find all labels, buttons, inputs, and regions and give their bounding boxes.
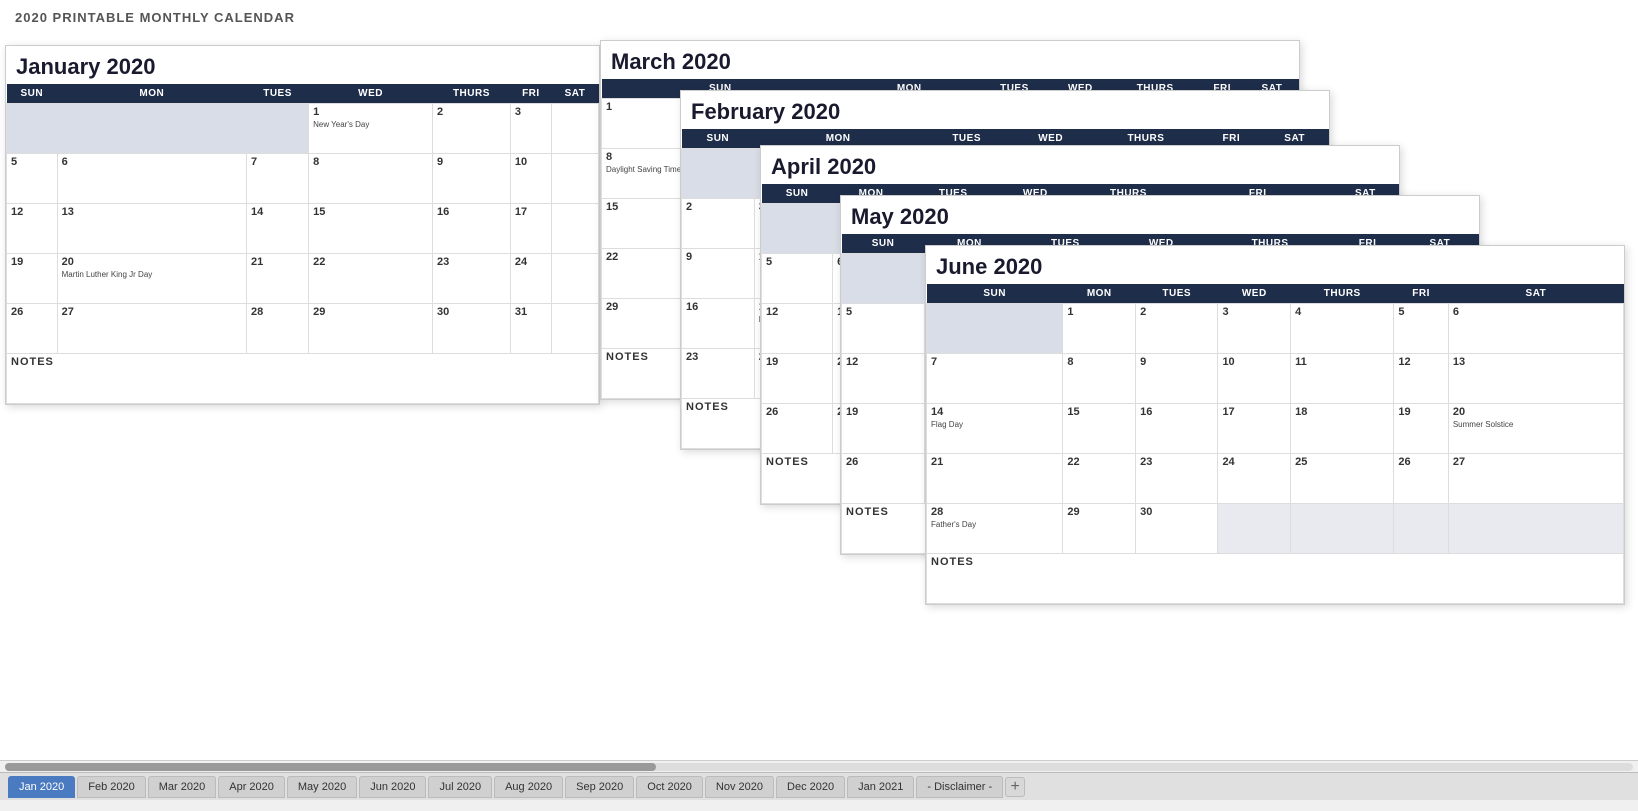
june-table: SUN MON TUES WED THURS FRI SAT 1 2 3 4 5: [926, 284, 1624, 604]
table-row: 26 27 28 29 30 31: [7, 304, 599, 354]
march-title: March 2020: [601, 41, 1299, 79]
table-row: 7 8 9 10 11 12 13: [927, 354, 1624, 404]
june-title: June 2020: [926, 246, 1624, 284]
tab-item-0[interactable]: Jan 2020: [8, 776, 75, 798]
scroll-thumb[interactable]: [5, 763, 656, 771]
tab-item-12[interactable]: Jan 2021: [847, 776, 914, 798]
tab-item-9[interactable]: Oct 2020: [636, 776, 703, 798]
tab-item-6[interactable]: Jul 2020: [428, 776, 492, 798]
jan-thu: THURS: [433, 84, 511, 104]
tab-item-7[interactable]: Aug 2020: [494, 776, 563, 798]
january-table: SUN MON TUES WED THURS FRI SAT 1New Year…: [6, 84, 599, 404]
tab-item-1[interactable]: Feb 2020: [77, 776, 145, 798]
main-area: 2020 PRINTABLE MONTHLY CALENDAR January …: [0, 0, 1638, 760]
add-tab-button[interactable]: +: [1005, 777, 1025, 797]
jan-wed: WED: [309, 84, 433, 104]
table-row: 1New Year's Day 2 3: [7, 104, 599, 154]
table-row: 14Flag Day 15 16 17 18 19 20Summer Solst…: [927, 404, 1624, 454]
scroll-bar[interactable]: [0, 760, 1638, 772]
tab-item-5[interactable]: Jun 2020: [359, 776, 426, 798]
tab-item-3[interactable]: Apr 2020: [218, 776, 285, 798]
tab-bar: Jan 2020Feb 2020Mar 2020Apr 2020May 2020…: [0, 772, 1638, 800]
tab-item-8[interactable]: Sep 2020: [565, 776, 634, 798]
tab-item-2[interactable]: Mar 2020: [148, 776, 216, 798]
april-title: April 2020: [761, 146, 1399, 184]
table-row: 19 20Martin Luther King Jr Day 21 22 23 …: [7, 254, 599, 304]
notes-row: NOTES: [7, 354, 599, 404]
table-row: 12 13 14 15 16 17: [7, 204, 599, 254]
jan-sat: SAT: [551, 84, 598, 104]
jan-fri: FRI: [510, 84, 551, 104]
scroll-track[interactable]: [5, 763, 1633, 771]
jan-tue: TUES: [247, 84, 309, 104]
jan-sun: SUN: [7, 84, 58, 104]
tab-item-13[interactable]: - Disclaimer -: [916, 776, 1003, 798]
calendar-january: January 2020 SUN MON TUES WED THURS FRI …: [5, 45, 600, 405]
tab-item-4[interactable]: May 2020: [287, 776, 357, 798]
table-row: 21 22 23 24 25 26 27: [927, 454, 1624, 504]
page-title: 2020 PRINTABLE MONTHLY CALENDAR: [15, 10, 1623, 25]
january-title: January 2020: [6, 46, 599, 84]
tab-item-11[interactable]: Dec 2020: [776, 776, 845, 798]
table-row: 5 6 7 8 9 10: [7, 154, 599, 204]
calendar-june: June 2020 SUN MON TUES WED THURS FRI SAT…: [925, 245, 1625, 605]
feb-title: February 2020: [681, 91, 1329, 129]
tab-item-10[interactable]: Nov 2020: [705, 776, 774, 798]
table-row: 1 2 3 4 5 6: [927, 304, 1624, 354]
notes-row: NOTES: [927, 554, 1624, 604]
table-row: 28Father's Day 29 30: [927, 504, 1624, 554]
may-title: May 2020: [841, 196, 1479, 234]
jan-mon: MON: [57, 84, 246, 104]
